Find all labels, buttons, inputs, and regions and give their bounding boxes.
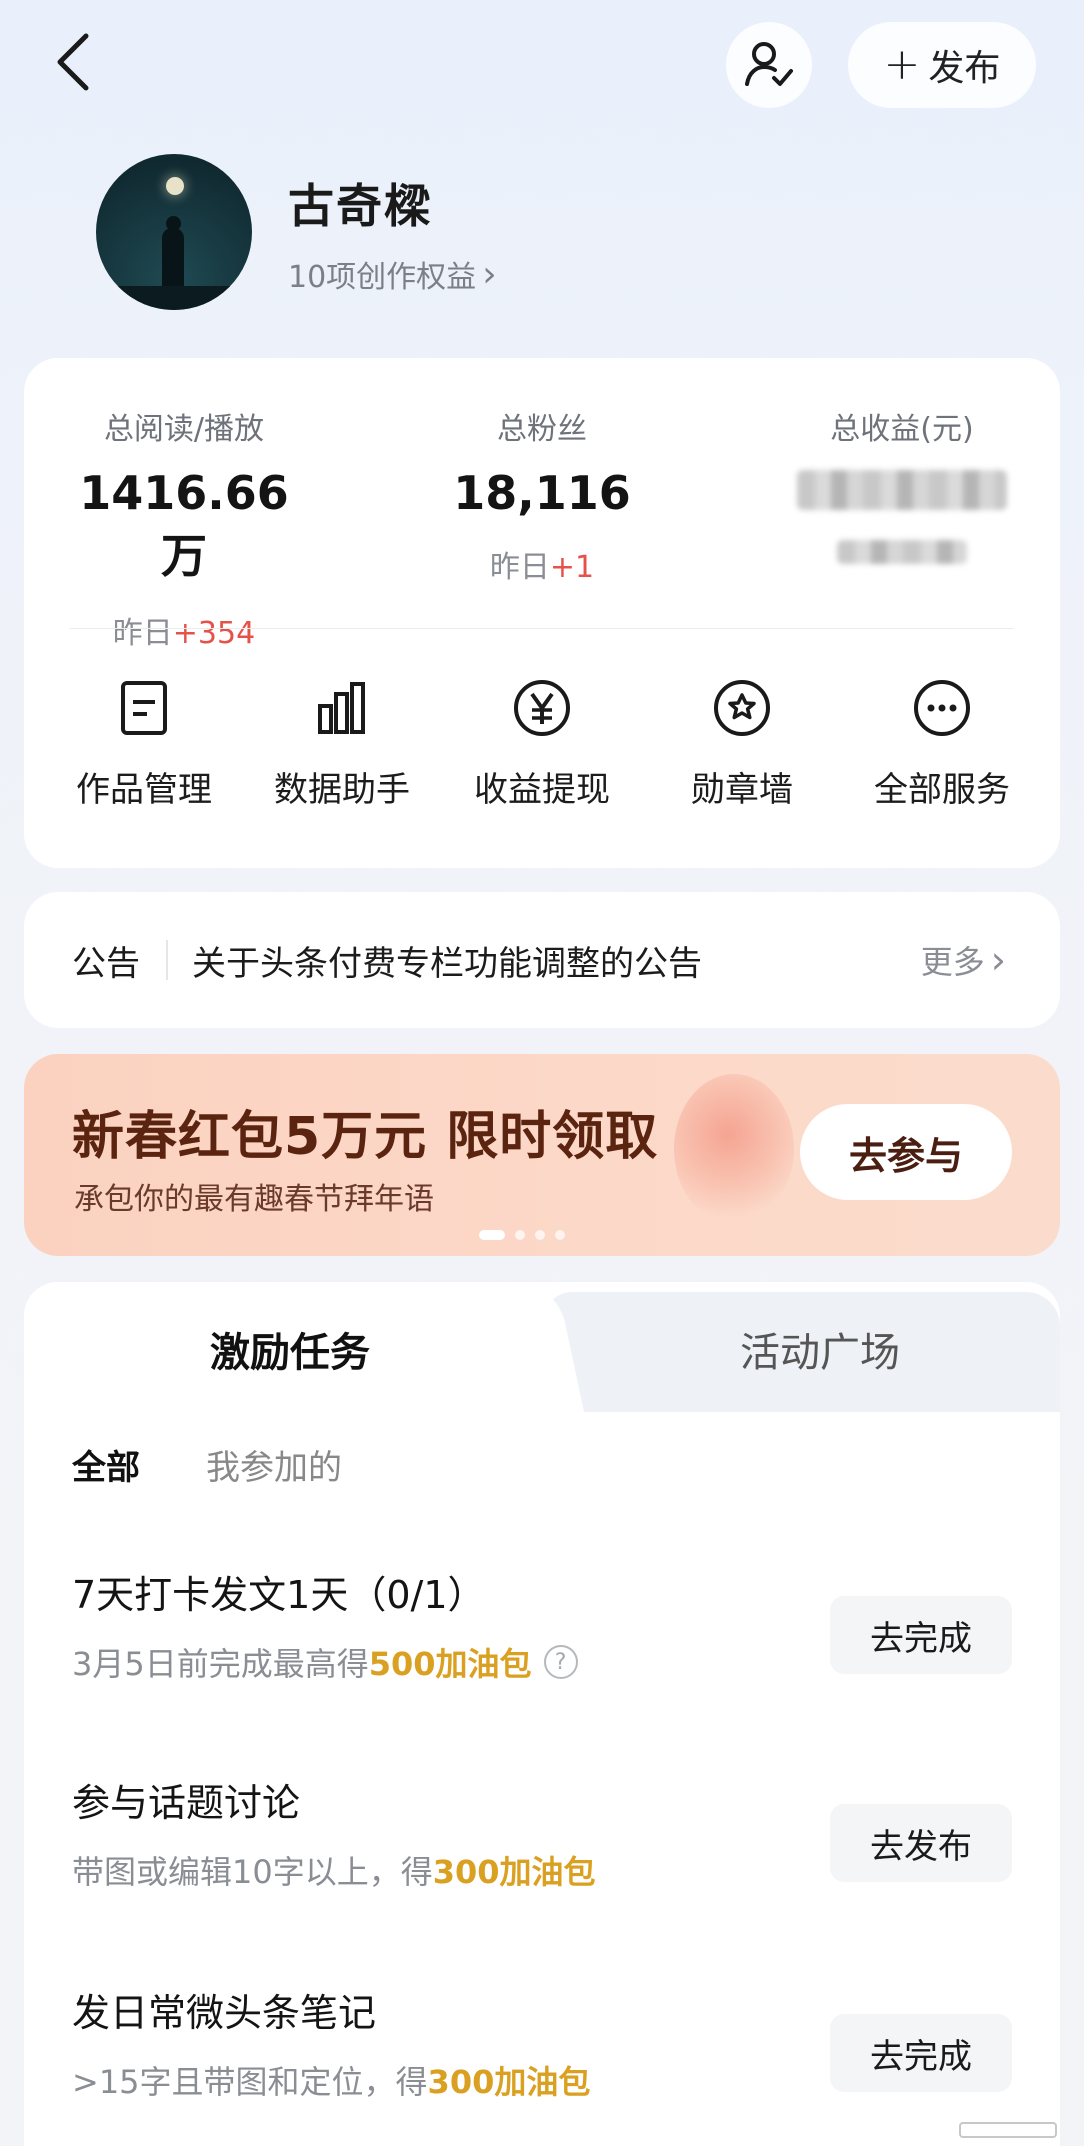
task-reward: 300加油包	[427, 2063, 591, 2101]
service-works-management[interactable]: 作品管理	[54, 678, 234, 811]
stats-card: 总阅读/播放 1416.66万 昨日+354 总粉丝 18,116 昨日+1 总…	[24, 358, 1060, 868]
service-medal-wall[interactable]: 勋章墙	[652, 678, 832, 811]
stat-delta: 昨日+1	[442, 542, 642, 586]
divider	[166, 940, 168, 980]
stat-delta-prefix: 昨日	[112, 616, 173, 651]
task-reward: 500加油包	[368, 1645, 532, 1683]
publish-button[interactable]: + 发布	[848, 22, 1036, 108]
notice-bar: 公告 关于头条付费专栏功能调整的公告 更多 ›	[24, 892, 1060, 1028]
yen-icon	[512, 678, 572, 738]
stat-value: 18,116	[453, 466, 631, 520]
stat-delta-prefix: 昨日	[489, 550, 550, 585]
task-item: 参与话题讨论 带图或编辑10字以上，得 300加油包 去发布	[72, 1772, 1012, 1893]
banner-join-button[interactable]: 去参与	[800, 1104, 1012, 1200]
username: 古奇樑	[288, 179, 432, 233]
carousel-dot[interactable]	[535, 1230, 545, 1240]
medal-icon	[712, 678, 772, 738]
service-label: 勋章墙	[691, 770, 793, 810]
figure-body-shape	[162, 228, 184, 292]
user-check-icon	[745, 42, 793, 86]
task-reward: 300加油包	[432, 1853, 596, 1891]
notice-tag: 公告	[72, 943, 140, 984]
task-desc-text: 3月5日前完成最高得	[72, 1645, 369, 1683]
lantern-decoration	[674, 1074, 794, 1224]
stat-total-earnings[interactable]: 总收益(元)	[782, 404, 1022, 564]
document-icon	[114, 678, 174, 738]
earnings-delta-blurred	[837, 540, 967, 564]
stat-delta-value: +1	[549, 550, 595, 585]
help-icon[interactable]: ?	[543, 1645, 578, 1679]
plus-icon: +	[883, 39, 921, 90]
ground-shape	[96, 286, 252, 310]
service-data-assistant[interactable]: 数据助手	[252, 678, 432, 811]
banner-title: 新春红包5万元 限时领取	[72, 1107, 659, 1167]
notice-more-label: 更多	[920, 943, 985, 981]
service-all-services[interactable]: 全部服务	[852, 678, 1032, 811]
carousel-dot[interactable]	[479, 1230, 505, 1240]
service-earnings-withdraw[interactable]: 收益提现	[452, 678, 632, 811]
stat-total-reads[interactable]: 总阅读/播放 1416.66万 昨日+354	[64, 404, 304, 652]
earnings-value-blurred	[797, 470, 1007, 510]
tab-activity-plaza[interactable]: 活动广场	[740, 1320, 900, 1378]
avatar[interactable]	[96, 154, 252, 310]
banner-subtitle: 承包你的最有趣春节拜年语	[74, 1182, 434, 1217]
promo-banner[interactable]: 新春红包5万元 限时领取 承包你的最有趣春节拜年语 去参与	[24, 1054, 1060, 1256]
service-label: 作品管理	[76, 770, 212, 810]
service-label: 全部服务	[874, 770, 1010, 810]
user-verify-button[interactable]	[726, 22, 812, 108]
notice-text[interactable]: 关于头条付费专栏功能调整的公告	[192, 936, 921, 985]
task-complete-button[interactable]: 去完成	[830, 2014, 1012, 2092]
carousel-dot[interactable]	[555, 1230, 565, 1240]
carousel-dots	[479, 1230, 565, 1240]
stat-total-fans[interactable]: 总粉丝 18,116 昨日+1	[442, 404, 642, 586]
stat-label: 总粉丝	[497, 412, 587, 447]
task-item: 发日常微头条笔记 >15字且带图和定位，得 300加油包 去完成	[72, 1982, 1012, 2103]
divider	[70, 628, 1014, 629]
creator-rights-link[interactable]: 10项创作权益 ›	[288, 252, 497, 296]
stat-value: 1416.66万	[79, 466, 289, 583]
stat-label: 总收益(元)	[830, 412, 974, 447]
filter-joined[interactable]: 我参加的	[206, 1440, 342, 1489]
service-label: 数据助手	[274, 770, 410, 810]
creator-rights-label: 10项创作权益	[288, 260, 477, 295]
back-button[interactable]	[46, 33, 102, 91]
task-publish-button[interactable]: 去发布	[830, 1804, 1012, 1882]
notice-more-link[interactable]: 更多 ›	[921, 937, 1006, 983]
task-item: 7天打卡发文1天（0/1） 3月5日前完成最高得 500加油包 ? 去完成	[72, 1564, 1012, 1685]
filter-all[interactable]: 全部	[72, 1440, 140, 1489]
watermark-logo	[959, 2122, 1057, 2138]
bar-chart-icon	[312, 678, 372, 738]
task-desc-text: 带图或编辑10字以上，得	[72, 1853, 433, 1891]
stat-label: 总阅读/播放	[103, 412, 265, 447]
back-arrow-icon	[57, 33, 89, 91]
task-complete-button[interactable]: 去完成	[830, 1596, 1012, 1674]
moon-shape	[166, 177, 184, 195]
task-desc-text: >15字且带图和定位，得	[72, 2063, 428, 2101]
stat-delta-value: +354	[172, 616, 256, 651]
publish-label: 发布	[928, 48, 1001, 89]
tab-incentive-tasks[interactable]: 激励任务	[210, 1320, 370, 1378]
service-label: 收益提现	[474, 770, 610, 810]
chevron-right-icon: ›	[482, 253, 497, 295]
stat-delta: 昨日+354	[64, 608, 304, 652]
chevron-right-icon: ›	[990, 938, 1006, 982]
more-icon	[912, 678, 972, 738]
carousel-dot[interactable]	[515, 1230, 525, 1240]
tasks-panel: 激励任务 活动广场 全部 我参加的 7天打卡发文1天（0/1） 3月5日前完成最…	[24, 1282, 1060, 2146]
